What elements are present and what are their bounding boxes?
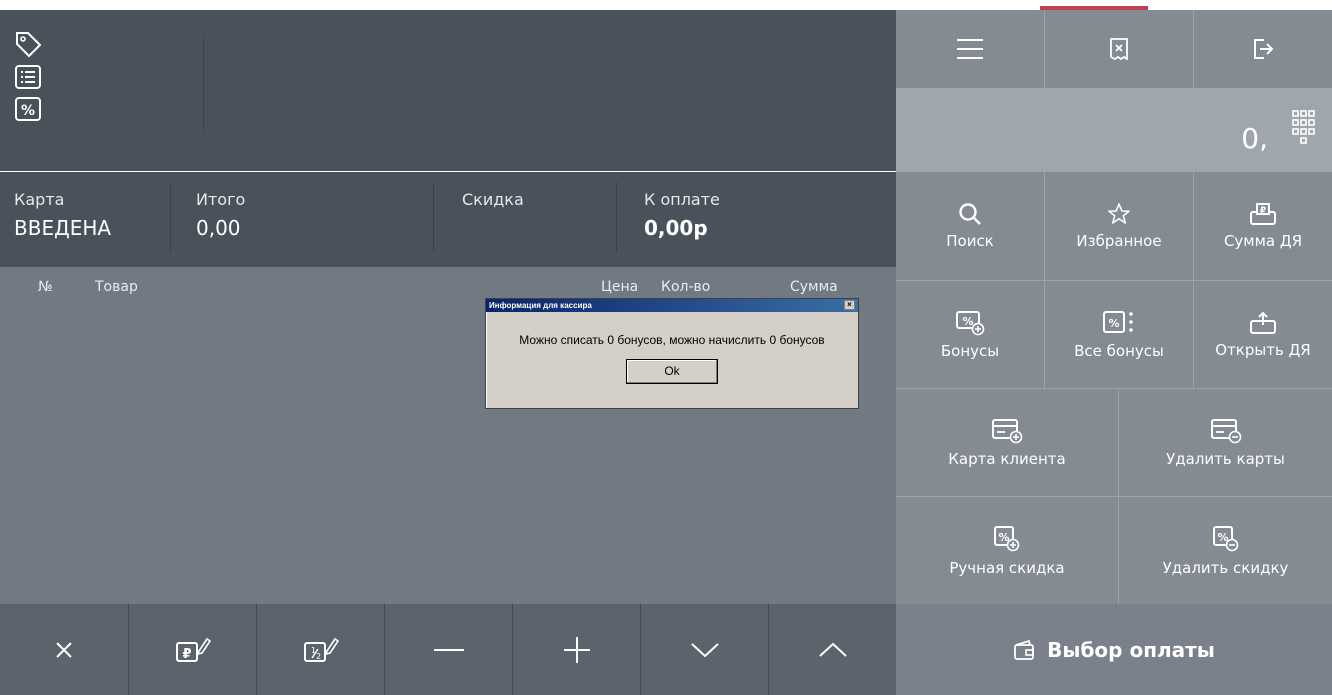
wallet-icon <box>1014 639 1035 660</box>
increase-button[interactable] <box>513 604 641 695</box>
tag-icon[interactable] <box>14 30 42 58</box>
decrease-button[interactable] <box>385 604 513 695</box>
dialog-title-bar[interactable]: Информация для кассира × <box>486 299 858 312</box>
ok-button[interactable]: Ok <box>626 359 718 384</box>
payment-select-button[interactable]: Выбор оплаты <box>896 604 1332 695</box>
percent-more-icon: % <box>1103 310 1133 333</box>
bottom-toolbar: ₽ 1 2 <box>0 604 896 695</box>
menu-icon <box>957 39 983 59</box>
receipt-icon <box>1110 38 1128 60</box>
display-value: 0, <box>1241 122 1268 155</box>
delete-cards-label: Удалить карты <box>1166 449 1285 468</box>
svg-text:₽: ₽ <box>1260 206 1266 216</box>
col-header-number: № <box>38 279 53 295</box>
delete-discount-label: Удалить скидку <box>1162 558 1289 577</box>
card-remove-icon <box>1210 418 1241 443</box>
total-value: 0,00 <box>196 216 241 240</box>
open-dya-button[interactable]: Открыть ДЯ <box>1194 281 1332 388</box>
plus-icon <box>564 636 590 663</box>
side-icon-bar: % <box>14 30 44 128</box>
svg-text:₽: ₽ <box>182 647 191 662</box>
cashier-info-dialog[interactable]: Информация для кассира × Можно списать 0… <box>485 298 859 409</box>
topay-value: 0,00р <box>644 216 708 240</box>
svg-text:2: 2 <box>316 652 321 661</box>
card-add-icon <box>992 418 1023 443</box>
total-label: Итого <box>196 190 246 209</box>
menu-button[interactable] <box>896 10 1044 88</box>
card-value: ВВЕДЕНА <box>14 216 112 240</box>
dialog-message: Можно списать 0 бонусов, можно начислить… <box>519 333 825 347</box>
all-bonuses-label: Все бонусы <box>1074 341 1164 360</box>
discount-remove-icon: % <box>1212 525 1238 551</box>
search-icon <box>959 203 981 225</box>
col-header-sum: Сумма <box>790 279 838 295</box>
search-label: Поиск <box>946 232 994 250</box>
divider <box>203 38 204 130</box>
card-label: Карта <box>14 190 65 209</box>
col-header-price: Цена <box>601 279 639 295</box>
percent-add-icon: % <box>956 310 985 335</box>
delete-item-button[interactable] <box>0 604 128 695</box>
left-top-panel: % <box>0 10 896 171</box>
discount-add-icon: % <box>994 525 1020 551</box>
edit-price-button[interactable]: ₽ <box>129 604 257 695</box>
list-icon[interactable] <box>14 64 42 90</box>
bonuses-button[interactable]: % Бонусы <box>896 281 1044 388</box>
numpad-icon[interactable] <box>1292 110 1316 156</box>
col-header-item: Товар <box>95 279 138 295</box>
topay-label: К оплате <box>644 190 720 209</box>
dialog-close-button[interactable]: × <box>844 300 855 310</box>
close-icon <box>56 641 72 658</box>
cancel-receipt-button[interactable] <box>1045 10 1193 88</box>
col-header-qty: Кол-во <box>661 279 711 295</box>
cash-drawer-open-icon <box>1250 311 1276 334</box>
favorites-button[interactable]: Избранное <box>1045 172 1193 280</box>
scroll-down-button[interactable] <box>641 604 769 695</box>
delete-cards-button[interactable]: Удалить карты <box>1119 389 1332 496</box>
scroll-up-button[interactable] <box>769 604 897 695</box>
favorites-label: Избранное <box>1076 232 1162 250</box>
logout-icon <box>1254 39 1274 59</box>
sum-dya-button[interactable]: ₽ Сумма ДЯ <box>1194 172 1332 280</box>
divider <box>170 182 171 252</box>
svg-text:%: % <box>1108 317 1119 330</box>
percent-icon[interactable]: % <box>14 96 42 122</box>
totals-bar: Карта ВВЕДЕНА Итого 0,00 Скидка К оплате… <box>0 172 896 267</box>
minus-icon <box>434 648 464 651</box>
dialog-title: Информация для кассира <box>489 301 592 310</box>
manual-discount-button[interactable]: % Ручная скидка <box>896 497 1118 604</box>
payment-label: Выбор оплаты <box>1047 637 1215 662</box>
fraction-edit-icon: 1 2 <box>304 637 339 662</box>
ruble-edit-icon: ₽ <box>176 637 211 662</box>
manual-discount-label: Ручная скидка <box>949 558 1065 577</box>
logout-button[interactable] <box>1194 10 1332 88</box>
sum-dya-label: Сумма ДЯ <box>1223 232 1303 250</box>
client-card-button[interactable]: Карта клиента <box>896 389 1118 496</box>
divider <box>616 182 617 252</box>
chevron-down-icon <box>691 642 719 657</box>
search-button[interactable]: Поиск <box>896 172 1044 280</box>
bonuses-label: Бонусы <box>940 341 1000 360</box>
all-bonuses-button[interactable]: % Все бонусы <box>1045 281 1193 388</box>
client-card-label: Карта клиента <box>948 449 1066 468</box>
cash-drawer-ruble-icon: ₽ <box>1250 203 1276 225</box>
divider <box>433 182 434 252</box>
chevron-up-icon <box>819 642 847 657</box>
star-icon <box>1108 203 1130 224</box>
svg-text:%: % <box>962 315 973 328</box>
edit-quantity-button[interactable]: 1 2 <box>257 604 385 695</box>
open-dya-label: Открыть ДЯ <box>1215 340 1311 359</box>
amount-display[interactable]: 0, <box>896 88 1332 171</box>
discount-label: Скидка <box>462 190 524 209</box>
svg-text:%: % <box>21 103 35 119</box>
delete-discount-button[interactable]: % Удалить скидку <box>1119 497 1332 604</box>
